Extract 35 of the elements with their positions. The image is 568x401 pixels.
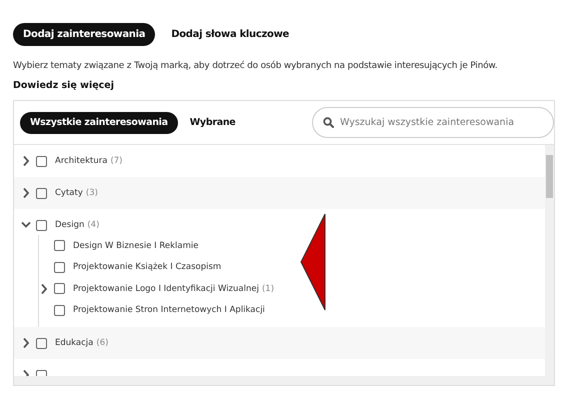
search-field[interactable]: Wyszukaj wszystkie zainteresowania bbox=[312, 107, 554, 138]
checkbox[interactable] bbox=[36, 188, 47, 198]
scrollbar[interactable] bbox=[14, 376, 554, 385]
checkbox[interactable] bbox=[54, 262, 65, 273]
expand-icon[interactable] bbox=[21, 337, 31, 349]
tab[interactable]: Dodaj zainteresowania bbox=[13, 23, 156, 46]
checkbox[interactable] bbox=[36, 338, 47, 348]
expand-icon[interactable] bbox=[21, 155, 31, 167]
checkbox[interactable] bbox=[54, 283, 65, 294]
learn-more-link[interactable]: Dowiedz się więcej bbox=[13, 79, 114, 92]
expand-icon[interactable] bbox=[21, 187, 31, 199]
interest-label: Edukacja bbox=[55, 338, 94, 348]
tab[interactable]: Wszystkie zainteresowania bbox=[20, 112, 178, 134]
description-text: Wybierz tematy związane z Twoją marką, aby dotrzeć do osób wybranych na podstawie interesujących je Pinów. bbox=[13, 60, 498, 73]
interest-label: Projektowanie Książek I Czasopism bbox=[73, 262, 222, 272]
interest-label: Design bbox=[55, 220, 84, 230]
checkbox[interactable] bbox=[54, 240, 65, 252]
item-count: (7) bbox=[110, 156, 122, 166]
tab[interactable]: Wybrane bbox=[180, 112, 246, 134]
interest-label: Projektowanie Stron Internetowych I Aplikacji bbox=[73, 305, 265, 316]
interest-label: Design W Biznesie I Reklamie bbox=[73, 240, 198, 251]
interest-label: Cytaty bbox=[55, 188, 83, 198]
item-count: (1) bbox=[262, 284, 274, 294]
interest-label: Projektowanie Logo I Identyfikacji Wizualnej bbox=[73, 284, 259, 294]
checkbox[interactable] bbox=[54, 304, 65, 316]
checkbox[interactable] bbox=[36, 220, 47, 230]
item-count: (3) bbox=[86, 188, 98, 198]
search-icon[interactable] bbox=[323, 117, 334, 128]
item-count: (4) bbox=[87, 220, 100, 230]
checkbox[interactable] bbox=[36, 156, 47, 166]
item-count: (6) bbox=[96, 338, 108, 348]
scrollbar[interactable] bbox=[545, 145, 554, 376]
tab[interactable]: Dodaj słowa kluczowe bbox=[161, 23, 300, 46]
expand-icon[interactable] bbox=[39, 282, 49, 295]
interest-label: Architektura bbox=[55, 156, 108, 166]
